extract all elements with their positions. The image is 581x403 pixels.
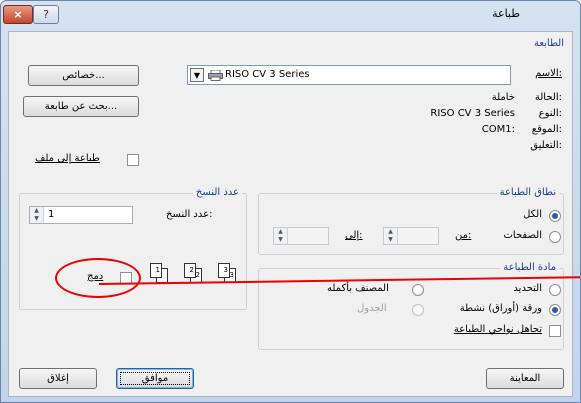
title-bar: × ? طباعة — [1, 1, 580, 31]
print-range-group: نطاق الطباعة — [258, 187, 564, 255]
from-input[interactable]: ▲ ▼ — [383, 227, 439, 245]
number-of-copies-input[interactable]: ▲ ▼ 1 — [29, 206, 133, 224]
close-button[interactable]: إغلاق — [19, 368, 97, 389]
status-label: الحالة: — [534, 92, 562, 103]
to-input[interactable]: ▲ ▼ — [273, 227, 329, 245]
close-button-label: إغلاق — [47, 373, 69, 384]
printer-name-select[interactable]: ▼ RISO CV 3 Series — [187, 65, 511, 85]
print-dialog: × ? طباعة الطابعة الاسم: ▼ RISO CV 3 Ser… — [0, 0, 581, 403]
ignore-print-areas-checkbox[interactable] — [549, 325, 561, 337]
print-range-group-title: نطاق الطباعة — [496, 187, 559, 198]
window-title: طباعة — [492, 7, 520, 20]
print-what-group-title: مادة الطباعة — [500, 262, 559, 273]
to-spin-arrows-icon[interactable]: ▲ ▼ — [274, 228, 288, 244]
where-value: COM1: — [481, 124, 515, 135]
ok-button-label: موافق — [141, 373, 169, 384]
printer-group-title: الطابعة — [533, 38, 564, 49]
properties-button-label: خصائص... — [62, 70, 105, 81]
from-label: من: — [455, 230, 472, 241]
copies-group-title: عدد النسخ — [192, 187, 242, 198]
properties-button[interactable]: خصائص... — [28, 65, 139, 86]
printer-icon — [208, 70, 223, 81]
chevron-down-icon[interactable]: ▼ — [190, 68, 204, 82]
page-icon-3: 3 — [218, 263, 230, 278]
printer-name-value: RISO CV 3 Series — [225, 69, 310, 80]
pages-label: الصفحات — [503, 230, 542, 241]
comment-label: التعليق: — [530, 140, 562, 151]
all-radio[interactable] — [549, 210, 561, 222]
entire-workbook-radio[interactable] — [412, 284, 424, 296]
type-label: النوع: — [538, 108, 562, 119]
where-label: الموقع: — [531, 124, 562, 135]
active-sheets-label: ورقة (أوراق) نشطة — [459, 303, 542, 314]
find-printer-button-label: بحث عن طابعة... — [44, 101, 118, 112]
ignore-print-areas-label: تجاهل نواحي الطباعة — [453, 324, 542, 335]
status-value: خاملة — [491, 92, 515, 103]
printer-name-label: الاسم: — [535, 68, 562, 79]
page-icon-1: 1 — [150, 263, 162, 278]
preview-button-label: المعاينة — [509, 373, 541, 384]
number-of-copies-label: عدد النسخ: — [166, 209, 213, 220]
print-to-file-label: طباعة إلى ملف — [35, 153, 100, 164]
print-to-file-checkbox[interactable] — [127, 154, 139, 166]
entire-workbook-label: المصنف بأكمله — [327, 283, 389, 294]
selection-label: التحديد — [513, 283, 542, 294]
all-label: الكل — [523, 209, 542, 220]
type-value: RISO CV 3 Series — [430, 108, 515, 119]
table-radio[interactable] — [412, 304, 424, 316]
preview-button[interactable]: المعاينة — [486, 368, 564, 389]
to-label: إلى: — [345, 230, 363, 241]
number-of-copies-value: 1 — [48, 209, 55, 220]
table-label: الجدول — [357, 303, 387, 314]
selection-radio[interactable] — [549, 284, 561, 296]
close-icon[interactable]: × — [3, 5, 33, 24]
from-spin-arrows-icon[interactable]: ▲ ▼ — [384, 228, 398, 244]
ok-button[interactable]: موافق — [116, 368, 194, 389]
spin-arrows-icon[interactable]: ▲ ▼ — [30, 207, 44, 223]
active-sheets-radio[interactable] — [549, 304, 561, 316]
pages-radio[interactable] — [549, 231, 561, 243]
callout-circle — [55, 258, 141, 298]
find-printer-button[interactable]: بحث عن طابعة... — [23, 96, 139, 117]
dialog-body: الطابعة الاسم: ▼ RISO CV 3 Series خصائص.… — [8, 31, 573, 397]
help-icon[interactable]: ? — [33, 5, 59, 24]
page-icon-2: 2 — [184, 263, 196, 278]
